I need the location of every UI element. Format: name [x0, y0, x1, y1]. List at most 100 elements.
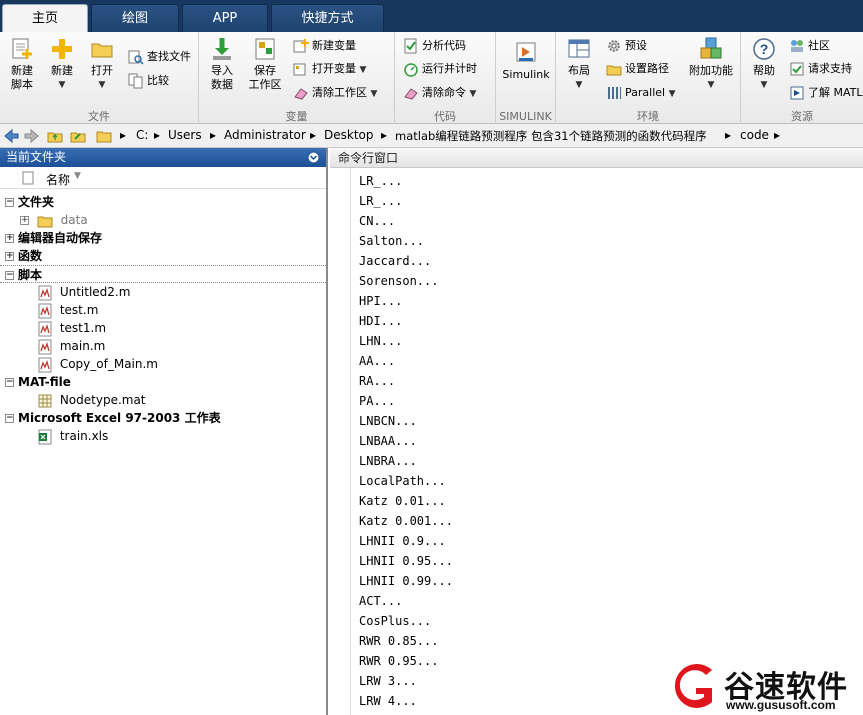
list-item[interactable]: main.m [0, 337, 326, 355]
help-button[interactable]: ? 帮助 ▼ [747, 36, 781, 92]
new-variable-label: 新建变量 [312, 39, 356, 52]
column-header: 名称 ▼ [0, 167, 326, 189]
mat-file-icon [38, 394, 52, 407]
tab-apps[interactable]: APP [182, 4, 268, 32]
find-files-label: 查找文件 [147, 50, 191, 63]
clear-workspace-button[interactable]: 清除工作区 ▼ [293, 82, 377, 104]
breadcrumb-separator-icon: ▸ [210, 128, 217, 142]
new-variable-button[interactable]: 新建变量 [293, 35, 356, 57]
current-folder-panel: 当前文件夹 名称 ▼ − 文件夹 + data + 编辑器自动保存 + 函数 − 脚本 … [0, 148, 328, 715]
community-button[interactable]: 社区 [789, 35, 830, 57]
group-editor-autosave[interactable]: + 编辑器自动保存 [0, 229, 326, 247]
tab-plots[interactable]: 绘图 [91, 4, 179, 32]
breadcrumb-c[interactable]: C: [136, 128, 148, 142]
group-environment-label: 环境 [637, 110, 659, 123]
name-column-header[interactable]: 名称 [46, 171, 70, 188]
output-line: Sorenson... [359, 274, 439, 288]
open-button[interactable]: 打开 ▼ [86, 36, 118, 92]
run-and-time-button[interactable]: 运行并计时 [403, 58, 477, 80]
collapse-icon[interactable]: − [5, 378, 14, 387]
list-item[interactable]: Untitled2.m [0, 283, 326, 301]
group-code: 分析代码 运行并计时 清除命令 ▼ 代码 [395, 32, 496, 124]
command-window-output[interactable]: LR_... LR_... CN... Salton... Jaccard...… [350, 168, 863, 715]
group-editor-autosave-label: 编辑器自动保存 [18, 231, 103, 245]
set-path-button[interactable]: 设置路径 [606, 58, 669, 80]
script-file-name: main.m [59, 339, 106, 353]
import-data-button[interactable]: 导入 数据 [205, 36, 239, 92]
sort-arrow-icon: ▼ [74, 171, 81, 181]
clear-workspace-dropdown-icon: ▼ [370, 89, 378, 99]
analyze-code-label: 分析代码 [422, 39, 466, 52]
open-variable-dropdown-icon: ▼ [359, 65, 367, 75]
list-item[interactable]: Nodetype.mat [0, 391, 326, 409]
open-variable-button[interactable]: 打开变量 ▼ [293, 58, 366, 80]
group-simulink: Simulink SIMULINK [496, 32, 556, 124]
save-workspace-label: 保存 工作区 [248, 64, 282, 91]
list-item[interactable]: Copy_of_Main.m [0, 355, 326, 373]
group-excel-files[interactable]: − Microsoft Excel 97-2003 工作表 [0, 409, 326, 427]
group-functions[interactable]: + 函数 [0, 247, 326, 265]
list-item[interactable]: train.xls [0, 427, 326, 445]
group-simulink-label: SIMULINK [499, 110, 552, 123]
list-item[interactable]: test1.m [0, 319, 326, 337]
help-icon: ? [753, 38, 775, 60]
breadcrumb-separator-icon: ▸ [120, 128, 127, 142]
breadcrumb-users[interactable]: Users [168, 128, 202, 142]
compare-button[interactable]: 比较 [128, 70, 169, 92]
breadcrumb-separator-icon: ▸ [774, 128, 781, 142]
new-button[interactable]: 新建 ▼ [46, 36, 78, 92]
output-line: AA... [359, 354, 396, 368]
layout-icon [568, 39, 590, 58]
list-item[interactable]: test.m [0, 301, 326, 319]
preferences-button[interactable]: 预设 [606, 35, 647, 57]
forward-arrow-icon[interactable] [24, 128, 40, 144]
group-scripts[interactable]: − 脚本 [0, 265, 326, 283]
breadcrumb-administrator[interactable]: Administrator [224, 128, 306, 142]
addons-button[interactable]: 附加功能 ▼ [686, 36, 736, 92]
save-workspace-button[interactable]: 保存 工作区 [247, 36, 283, 92]
preferences-label: 预设 [625, 39, 647, 52]
group-resources: ? 帮助 ▼ 社区 请求支持 了解 MATL 资源 [741, 32, 863, 124]
tab-home[interactable]: 主页 [2, 4, 88, 32]
collapse-icon[interactable]: − [5, 414, 14, 423]
find-files-button[interactable]: 查找文件 [128, 46, 191, 68]
clear-commands-dropdown-icon: ▼ [469, 89, 477, 99]
browse-folder-icon[interactable] [70, 128, 86, 144]
group-folders[interactable]: − 文件夹 [0, 193, 326, 211]
group-resources-label: 资源 [791, 110, 813, 123]
analyze-code-button[interactable]: 分析代码 [403, 35, 466, 57]
request-support-button[interactable]: 请求支持 [789, 58, 852, 80]
help-label: 帮助 [753, 64, 775, 77]
up-folder-icon[interactable] [47, 128, 63, 144]
expand-icon[interactable]: + [5, 234, 14, 243]
panel-menu-icon[interactable] [307, 151, 320, 164]
clear-commands-button[interactable]: 清除命令 ▼ [403, 82, 476, 104]
group-mat-files[interactable]: − MAT-file [0, 373, 326, 391]
expand-icon[interactable]: + [20, 216, 29, 225]
folder-icon [37, 216, 53, 227]
parallel-dropdown-icon: ▼ [668, 89, 676, 99]
collapse-icon[interactable]: − [5, 271, 14, 280]
output-line: LNBRA... [359, 454, 417, 468]
collapse-icon[interactable]: − [5, 198, 14, 207]
current-folder-header: 当前文件夹 [0, 148, 326, 167]
list-item[interactable]: + data [0, 211, 326, 229]
layout-button[interactable]: 布局 ▼ [562, 36, 596, 92]
parallel-button[interactable]: Parallel ▼ [606, 82, 676, 104]
back-arrow-icon[interactable] [3, 128, 19, 144]
simulink-button[interactable]: Simulink [500, 40, 552, 82]
new-label: 新建 [51, 64, 73, 77]
breadcrumb-project-folder[interactable]: matlab编程链路预测程序 包含31个链路预测的函数代码程序 [395, 128, 707, 144]
breadcrumb-desktop[interactable]: Desktop [324, 128, 374, 142]
output-line: LNBAA... [359, 434, 417, 448]
expand-icon[interactable]: + [5, 252, 14, 261]
breadcrumb-code[interactable]: code [740, 128, 769, 142]
excel-file-name: train.xls [59, 429, 109, 443]
addons-dropdown-icon: ▼ [707, 80, 715, 90]
folder-name: data [60, 213, 88, 227]
learn-matlab-button[interactable]: 了解 MATL [789, 82, 863, 104]
output-line: ACT... [359, 594, 403, 608]
tab-shortcuts[interactable]: 快捷方式 [271, 4, 384, 32]
new-script-button[interactable]: 新建 脚本 [6, 36, 38, 92]
output-line: LHNII 0.95... [359, 554, 453, 568]
